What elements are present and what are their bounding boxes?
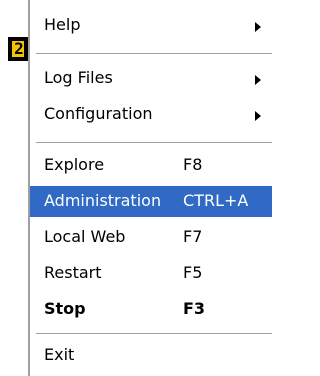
menu-separator — [36, 142, 272, 144]
menu-item-local-web[interactable]: Local Web F7 — [30, 222, 272, 253]
badge-number: 2 — [14, 39, 24, 58]
context-menu: Help Log Files Configuration Explore F8 … — [28, 0, 272, 376]
menu-separator — [36, 53, 272, 55]
menu-item-stop[interactable]: Stop F3 — [30, 294, 272, 325]
menu-item-shortcut: F8 — [183, 155, 203, 174]
menu-item-label: Stop — [44, 299, 86, 318]
menu-item-help[interactable]: Help — [30, 10, 272, 41]
menu-item-shortcut: F7 — [183, 227, 203, 246]
menu-separator — [36, 333, 272, 335]
menu-item-label: Configuration — [44, 104, 153, 123]
submenu-arrow-icon — [255, 22, 261, 32]
menu-item-label: Help — [44, 15, 81, 34]
menu-item-label: Local Web — [44, 227, 126, 246]
menu-item-label: Explore — [44, 155, 105, 174]
menu-item-shortcut: CTRL+A — [183, 191, 249, 210]
submenu-arrow-icon — [255, 75, 261, 85]
menu-item-configuration[interactable]: Configuration — [30, 99, 272, 130]
menu-item-label: Log Files — [44, 68, 113, 87]
menu-item-exit[interactable]: Exit — [30, 340, 272, 371]
menu-item-shortcut: F5 — [183, 263, 203, 282]
menu-item-log-files[interactable]: Log Files — [30, 63, 272, 94]
menu-item-label: Exit — [44, 345, 75, 364]
submenu-arrow-icon — [255, 111, 261, 121]
badge-icon: 2 — [8, 37, 28, 61]
menu-item-explore[interactable]: Explore F8 — [30, 150, 272, 181]
menu-item-restart[interactable]: Restart F5 — [30, 258, 272, 289]
menu-item-shortcut: F3 — [183, 299, 206, 318]
menu-item-label: Administration — [44, 191, 162, 210]
menu-item-administration[interactable]: Administration CTRL+A — [30, 186, 272, 217]
menu-item-label: Restart — [44, 263, 102, 282]
